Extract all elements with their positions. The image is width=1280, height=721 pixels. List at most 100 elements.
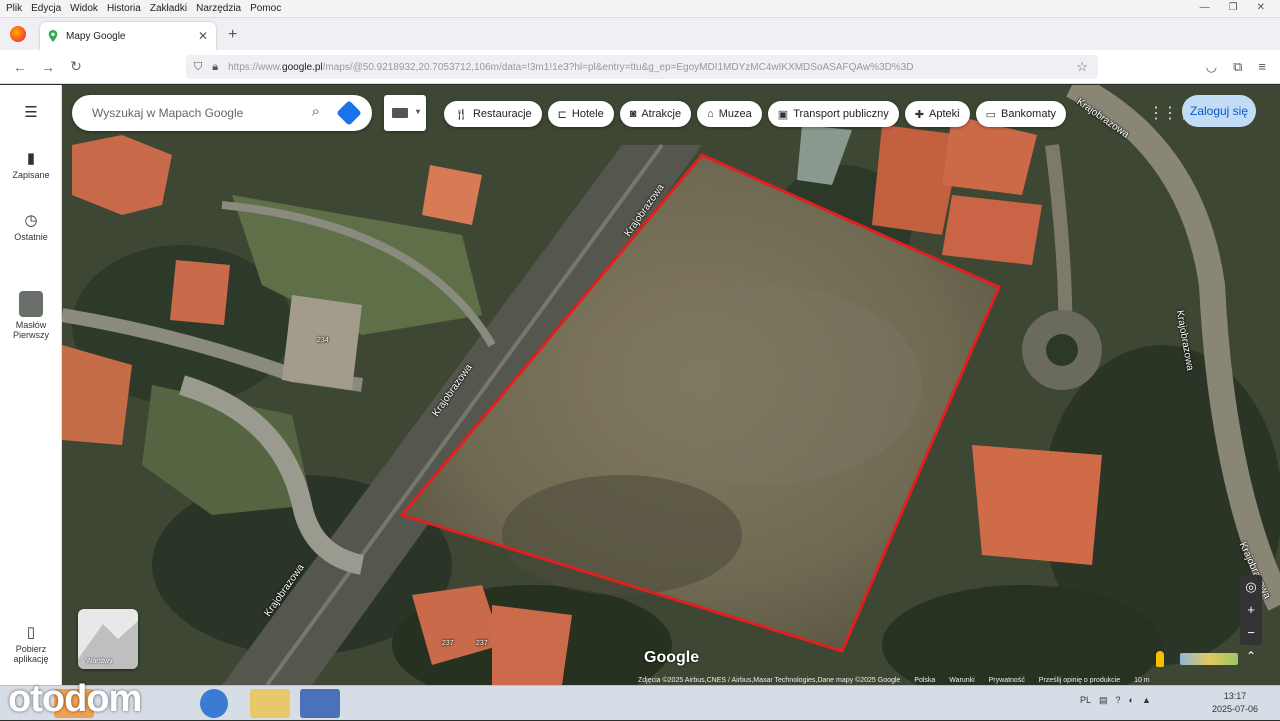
window-controls: — ❐ ✕ <box>1200 2 1274 13</box>
folder-taskbar-icon[interactable] <box>250 689 290 718</box>
search-input[interactable]: Wyszukaj w Mapach Google ⌕ <box>72 95 372 131</box>
chevron-down-icon: ▾ <box>415 107 420 116</box>
recent-place-button[interactable]: Masłów Pierwszy <box>0 291 62 340</box>
bookmark-icon: ▮ <box>26 150 36 167</box>
toolbar-icons: ◡ ⧉ ≡ <box>1206 59 1266 75</box>
firefox-icon[interactable] <box>10 26 26 42</box>
zoom-in-button[interactable]: + <box>1240 598 1262 621</box>
phone-icon: ▯ <box>26 624 36 641</box>
navigation-bar: ← → ↻ ⛉ 🔒︎ https://www. google.pl/maps/@5… <box>0 50 1280 84</box>
ie-taskbar-icon[interactable] <box>200 689 228 718</box>
tab-google-maps[interactable]: Mapy Google ✕ <box>40 22 216 50</box>
address-bar[interactable]: ⛉ 🔒︎ https://www. google.pl/maps/@50.9218… <box>186 55 1098 79</box>
satellite-imagery <box>62 85 1280 685</box>
saved-label: Zapisane <box>12 170 50 180</box>
search-icon[interactable]: ⌕ <box>312 103 320 120</box>
shield-icon[interactable]: ⛉ <box>194 61 202 74</box>
house-number: 237 <box>476 640 488 647</box>
login-button[interactable]: Zaloguj się <box>1182 95 1256 127</box>
volume-icon[interactable]: ◐ <box>1129 695 1134 706</box>
bus-icon: ▣ <box>777 108 789 121</box>
atm-icon: ▭ <box>985 108 996 121</box>
chip-label: Transport publiczny <box>793 108 889 120</box>
directions-icon[interactable] <box>336 100 362 126</box>
chip-museums[interactable]: ⌂ Muzea <box>697 101 762 127</box>
menu-bar: Plik Edycja Widok Historia Zakładki Narz… <box>0 0 1280 18</box>
menu-button[interactable]: ☰ <box>0 103 62 124</box>
chip-label: Bankomaty <box>1000 108 1057 120</box>
expand-chevron-icon[interactable]: ⌃ <box>1246 649 1256 663</box>
hamburger-icon: ☰ <box>24 104 38 121</box>
chip-label: Atrakcje <box>641 108 682 120</box>
update-icon[interactable]: ▲ <box>1142 695 1151 706</box>
bookmark-star-icon[interactable]: ☆ <box>1076 59 1088 75</box>
google-logo: Google <box>644 649 700 666</box>
footer-link[interactable]: Prywatność <box>989 677 1025 684</box>
minimize-icon[interactable]: — <box>1200 2 1210 13</box>
footer-link[interactable]: Warunki <box>949 677 974 684</box>
menu-tools[interactable]: Narzędzia <box>196 3 241 14</box>
language-indicator[interactable]: PL <box>1080 695 1091 706</box>
chip-transport[interactable]: ▣ Transport publiczny <box>767 101 899 127</box>
menu-history[interactable]: Historia <box>107 3 141 14</box>
menu-hamburger-icon[interactable]: ≡ <box>1258 59 1266 75</box>
layers-button[interactable]: Warstwy <box>78 609 138 669</box>
footer-link[interactable]: Prześlij opinię o produkcie <box>1039 677 1120 684</box>
close-window-icon[interactable]: ✕ <box>1257 2 1265 13</box>
maximize-icon[interactable]: ❐ <box>1229 2 1238 13</box>
lock-icon[interactable]: 🔒︎ <box>212 61 218 74</box>
reload-icon[interactable]: ↻ <box>62 58 90 75</box>
zoom-out-button[interactable]: − <box>1240 621 1262 644</box>
close-tab-icon[interactable]: ✕ <box>198 29 208 43</box>
chip-atms[interactable]: ▭ Bankomaty <box>975 101 1067 127</box>
forward-icon[interactable]: → <box>34 59 62 75</box>
recent-button[interactable]: ◷ Ostatnie <box>0 211 62 242</box>
time: 13:17 <box>1223 691 1247 701</box>
download-app-button[interactable]: ▯ Pobierz aplikację <box>0 623 62 664</box>
category-chips: 🍴︎ Restauracje ⊏ Hotele ◙ Atrakcje ⌂ Muzea ▣… <box>444 101 1067 127</box>
chip-hotels[interactable]: ⊏ Hotele <box>547 101 614 127</box>
date: 2025-07-06 <box>1212 704 1259 714</box>
chip-label: Apteki <box>929 108 960 120</box>
satellite-map[interactable]: Wyszukaj w Mapach Google ⌕ ▾ 🍴︎ Restaurac… <box>62 85 1280 685</box>
clock[interactable]: 13:17 2025-07-06 <box>1212 690 1258 716</box>
taskbar: otodom PL ▤ ? ◐ ▲ 13:17 2025-07-06 <box>0 678 1280 720</box>
imagery-strip[interactable] <box>1180 653 1238 665</box>
back-icon[interactable]: ← <box>6 59 34 75</box>
menu-bookmarks[interactable]: Zakładki <box>150 3 187 14</box>
url-path: /maps/@50.9218932,20.7053712,106m/data=!… <box>322 61 914 73</box>
tab-title: Mapy Google <box>66 30 126 42</box>
menu-help[interactable]: Pomoc <box>250 3 281 14</box>
chip-attractions[interactable]: ◙ Atrakcje <box>619 101 692 127</box>
tab-bar: Mapy Google ✕ + <box>0 18 1280 50</box>
download-label: Pobierz aplikację <box>13 644 49 664</box>
chip-label: Hotele <box>571 108 604 120</box>
keyboard-toggle-button[interactable]: ▾ <box>384 95 426 131</box>
menu-edit[interactable]: Edycja <box>31 3 61 14</box>
footer-link[interactable]: Polska <box>914 677 935 684</box>
place-thumbnail-icon <box>19 291 43 317</box>
my-location-icon[interactable]: ◎ <box>1240 575 1262 598</box>
saved-button[interactable]: ▮ Zapisane <box>0 149 62 180</box>
pocket-icon[interactable]: ◡ <box>1206 59 1217 75</box>
pegman-icon[interactable] <box>1156 651 1164 667</box>
house-number: 237 <box>442 640 454 647</box>
chip-restaurants[interactable]: 🍴︎ Restauracje <box>444 101 542 127</box>
history-icon: ◷ <box>24 212 38 229</box>
menu-file[interactable]: Plik <box>6 3 22 14</box>
maps-pin-icon <box>48 30 58 42</box>
layers-label: Warstwy <box>86 658 113 665</box>
network-icon[interactable]: ▤ <box>1099 695 1108 706</box>
help-icon[interactable]: ? <box>1116 695 1121 706</box>
new-tab-icon[interactable]: + <box>228 26 237 44</box>
place-label: Masłów Pierwszy <box>12 320 49 340</box>
url-prefix: https://www. <box>228 61 283 73</box>
extensions-icon[interactable]: ⧉ <box>1233 59 1242 75</box>
attribution: Zdjęcia ©2025 Airbus,CNES / Airbus,Maxar… <box>638 677 1150 684</box>
menu-view[interactable]: Widok <box>70 3 98 14</box>
maps-sidebar: ☰ ▮ Zapisane ◷ Ostatnie Masłów Pierwszy ▯ P… <box>0 85 62 685</box>
keyboard-icon <box>392 108 408 118</box>
chip-pharmacies[interactable]: ✚ Apteki <box>904 101 970 127</box>
url-host: google.pl <box>282 61 323 73</box>
word-taskbar-icon[interactable] <box>300 689 340 718</box>
